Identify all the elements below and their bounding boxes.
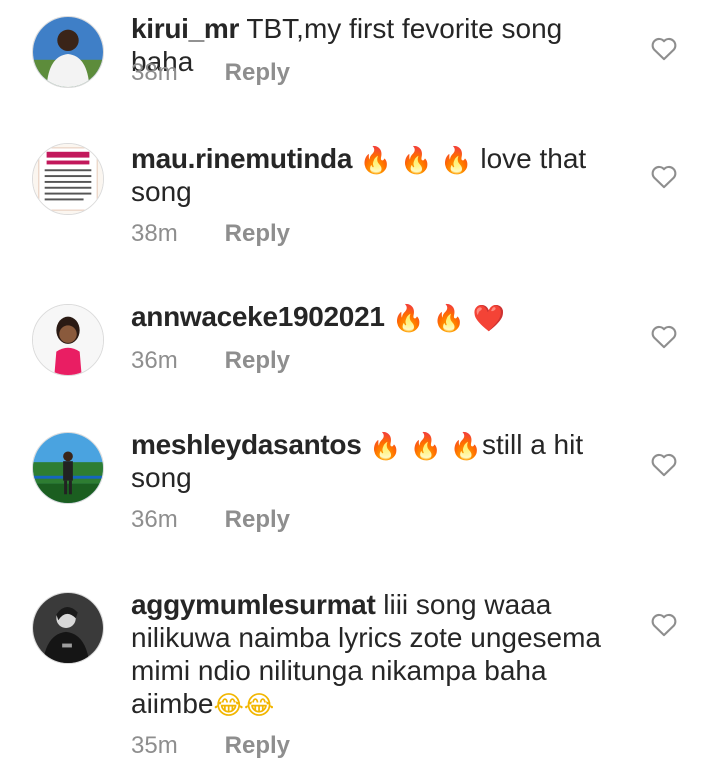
red-heart-emoji: ❤️ — [472, 304, 506, 334]
like-button[interactable] — [650, 451, 678, 477]
reply-button[interactable]: Reply — [225, 59, 290, 86]
fire-emoji: 🔥 — [369, 432, 402, 462]
fire-emoji: 🔥 — [359, 146, 393, 176]
reply-button[interactable]: Reply — [225, 506, 290, 533]
like-button[interactable] — [650, 323, 678, 349]
comment-item: kirui_mr TBT,my first fevorite song baha… — [0, 0, 720, 130]
comment-username[interactable]: kirui_mr — [131, 13, 239, 44]
heart-outline-icon — [651, 37, 677, 61]
avatar[interactable] — [32, 592, 104, 664]
comment-body: meshleydasantos 🔥 🔥 🔥still a hit song — [131, 428, 631, 494]
heart-outline-icon — [651, 453, 677, 477]
avatar[interactable] — [32, 432, 104, 504]
comment-username[interactable]: mau.rinemutinda — [131, 143, 352, 174]
heart-outline-icon — [651, 165, 677, 189]
profile-photo — [33, 17, 103, 87]
comment-item: aggymumlesurmat liii song waaa nilikuwa … — [0, 576, 720, 759]
comment-time: 36m — [131, 347, 178, 374]
fire-emoji: 🔥 — [392, 304, 425, 334]
comment-meta: 36m Reply — [131, 347, 290, 375]
comment-time: 38m — [131, 59, 178, 86]
avatar[interactable] — [32, 143, 104, 215]
comment-username[interactable]: meshleydasantos — [131, 429, 362, 460]
profile-photo — [33, 305, 103, 375]
fire-emoji: 🔥 — [432, 304, 465, 334]
comment-meta: 36m Reply — [131, 506, 290, 534]
comment-body: annwaceke1902021 🔥 🔥 ❤️ — [131, 300, 631, 333]
comment-time: 38m — [131, 220, 178, 247]
comment-body: mau.rinemutinda 🔥 🔥 🔥 love that song — [131, 142, 631, 208]
laughing-emoji: 😂 — [213, 691, 244, 721]
comment-meta: 38m Reply — [131, 220, 290, 248]
profile-photo — [33, 144, 103, 214]
comment-item: mau.rinemutinda 🔥 🔥 🔥 love that song 38m… — [0, 130, 720, 288]
reply-button[interactable]: Reply — [225, 732, 290, 759]
profile-photo — [33, 593, 103, 663]
comment-item: meshleydasantos 🔥 🔥 🔥still a hit song 36… — [0, 416, 720, 576]
avatar[interactable] — [32, 304, 104, 376]
heart-outline-icon — [651, 613, 677, 637]
reply-button[interactable]: Reply — [225, 347, 290, 374]
like-button[interactable] — [650, 35, 678, 61]
comment-time: 35m — [131, 732, 178, 759]
reply-button[interactable]: Reply — [225, 220, 290, 247]
comment-meta: 35m Reply — [131, 732, 290, 760]
fire-emoji: 🔥 — [400, 146, 433, 176]
comment-username[interactable]: aggymumlesurmat — [131, 589, 376, 620]
profile-photo — [33, 433, 103, 503]
comment-item: annwaceke1902021 🔥 🔥 ❤️ 36m Reply — [0, 288, 720, 416]
comment-meta: 38m Reply — [131, 59, 290, 87]
comment-username[interactable]: annwaceke1902021 — [131, 301, 385, 332]
avatar[interactable] — [32, 16, 104, 88]
fire-emoji: 🔥 — [409, 432, 442, 462]
comment-time: 36m — [131, 506, 178, 533]
comment-body: aggymumlesurmat liii song waaa nilikuwa … — [131, 588, 621, 720]
like-button[interactable] — [650, 163, 678, 189]
heart-outline-icon — [651, 325, 677, 349]
fire-emoji: 🔥 — [449, 432, 482, 462]
laughing-emoji: 😂 — [243, 691, 275, 721]
fire-emoji: 🔥 — [440, 146, 473, 176]
like-button[interactable] — [650, 611, 678, 637]
